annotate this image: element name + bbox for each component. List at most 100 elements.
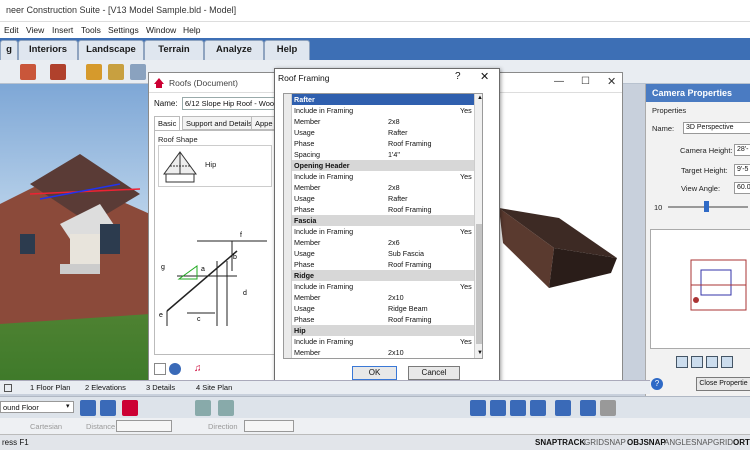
grid-toggle[interactable]: GRID xyxy=(713,438,733,447)
menu-edit[interactable]: Edit xyxy=(4,25,19,35)
roofs-tab-support[interactable]: Support and Details xyxy=(182,116,256,130)
zoom-window-tool-icon[interactable] xyxy=(510,400,526,416)
scroll-thumb[interactable] xyxy=(476,224,482,344)
menu-help[interactable]: Help xyxy=(183,25,200,35)
tab-terrain[interactable]: Terrain xyxy=(144,40,204,60)
roof-preview-3d[interactable] xyxy=(499,198,619,298)
menu-view[interactable]: View xyxy=(26,25,44,35)
slider-thumb[interactable] xyxy=(704,201,709,212)
camera-tool-icon[interactable] xyxy=(122,400,138,416)
target-height-field[interactable]: 9'-5 xyxy=(734,164,750,176)
zoom-in-icon[interactable] xyxy=(676,356,688,368)
house-tool-icon[interactable] xyxy=(195,400,211,416)
plan-preview[interactable] xyxy=(650,229,750,349)
framing-section-header[interactable]: Fascia xyxy=(284,215,474,226)
roofs-close-button[interactable]: ✕ xyxy=(607,75,616,88)
tab-analyze[interactable]: Analyze xyxy=(204,40,264,60)
framing-property-row[interactable]: Usage Rafter xyxy=(284,193,474,204)
framing-property-row[interactable]: Usage Ridge Beam xyxy=(284,303,474,314)
tab-help[interactable]: Help xyxy=(264,40,310,60)
menu-window[interactable]: Window xyxy=(146,25,176,35)
door-tool-icon[interactable] xyxy=(86,64,102,80)
menu-settings[interactable]: Settings xyxy=(108,25,139,35)
tab-landscape[interactable]: Landscape xyxy=(78,40,144,60)
zoom-out-tool-icon[interactable] xyxy=(490,400,506,416)
roof-shape-selector[interactable]: Hip xyxy=(158,145,272,187)
framing-property-row[interactable]: Member 2x6 xyxy=(284,237,474,248)
camera-height-field[interactable]: 28'- xyxy=(734,144,750,156)
framing-property-row[interactable]: Include in Framing Yes xyxy=(284,281,474,292)
help-button[interactable]: ? xyxy=(455,71,461,82)
layer-tool-icon[interactable] xyxy=(80,400,96,416)
framing-property-row[interactable]: Phase Roof Framing xyxy=(284,204,474,215)
close-properties-button[interactable]: Close Propertie xyxy=(696,377,750,391)
zoom-out-icon[interactable] xyxy=(691,356,703,368)
document-icon[interactable] xyxy=(154,363,166,375)
tab-details[interactable]: 3 Details xyxy=(146,383,175,392)
camera-name-field[interactable]: 3D Perspective xyxy=(683,122,750,134)
window-tool-icon[interactable] xyxy=(108,64,124,80)
roofs-minimize-button[interactable]: — xyxy=(554,76,564,87)
ortho-toggle[interactable]: ORT xyxy=(733,438,750,447)
framing-property-row[interactable]: Phase Roof Framing xyxy=(284,259,474,270)
menu-tools[interactable]: Tools xyxy=(81,25,101,35)
tab-floor-plan[interactable]: 1 Floor Plan xyxy=(30,383,70,392)
framing-property-row[interactable]: Phase Roof Framing xyxy=(284,138,474,149)
roofs-tab-basic[interactable]: Basic xyxy=(154,116,181,130)
framing-property-row[interactable]: Member 2x10 xyxy=(284,292,474,303)
chevron-down-icon[interactable]: ▾ xyxy=(66,402,70,410)
close-button[interactable]: ✕ xyxy=(480,70,489,83)
scroll-down-icon[interactable]: ▼ xyxy=(477,350,482,356)
grid-scrollbar[interactable]: ▲ ▼ xyxy=(474,94,482,358)
walk-icon[interactable] xyxy=(600,400,616,416)
zoom-fit-icon[interactable] xyxy=(721,356,733,368)
framing-section-header[interactable]: Hip xyxy=(284,325,474,336)
house-view-icon[interactable] xyxy=(218,400,234,416)
tab-partial[interactable]: g xyxy=(0,40,18,60)
framing-property-row[interactable]: Member 2x8 xyxy=(284,116,474,127)
zoom-in-tool-icon[interactable] xyxy=(470,400,486,416)
tab-elevations[interactable]: 2 Elevations xyxy=(85,383,126,392)
framing-property-row[interactable]: Include in Framing Yes xyxy=(284,336,474,347)
roofs-tab-appearance[interactable]: Appe xyxy=(251,116,277,130)
pan-icon[interactable] xyxy=(580,400,596,416)
objsnap-toggle[interactable]: OBJSNAP xyxy=(627,438,666,447)
scroll-up-icon[interactable]: ▲ xyxy=(477,95,482,101)
globe-icon[interactable] xyxy=(169,363,181,375)
ok-button[interactable]: OK xyxy=(352,366,397,380)
snaptrack-toggle[interactable]: SNAPTRACK xyxy=(535,438,585,447)
stairs-tool-icon[interactable] xyxy=(50,64,66,80)
framing-property-row[interactable]: Member 2x10 xyxy=(284,347,474,358)
roofs-maximize-button[interactable]: ☐ xyxy=(581,76,590,87)
anglesnap-toggle[interactable]: ANGLESNAP xyxy=(664,438,713,447)
direction-field[interactable] xyxy=(244,420,294,432)
framing-property-row[interactable]: Member 2x8 xyxy=(284,182,474,193)
roof-tool-icon[interactable] xyxy=(20,64,36,80)
grid-tool-icon[interactable] xyxy=(100,400,116,416)
framing-section-header[interactable]: Opening Header xyxy=(284,160,474,171)
music-note-icon[interactable]: ♫ xyxy=(194,363,202,374)
help-icon[interactable]: ? xyxy=(651,378,663,390)
framing-property-row[interactable]: Usage Rafter xyxy=(284,127,474,138)
gridsnap-toggle[interactable]: GRIDSNAP xyxy=(584,438,626,447)
framing-section-header[interactable]: Rafter xyxy=(284,94,474,105)
framing-property-row[interactable]: Spacing 1'4" xyxy=(284,149,474,160)
framing-section-header[interactable]: Ridge xyxy=(284,270,474,281)
cabinet-tool-icon[interactable] xyxy=(130,64,146,80)
framing-property-grid[interactable]: Rafter Include in Framing Yes Member 2x8 Usag… xyxy=(283,93,483,359)
tab-interiors[interactable]: Interiors xyxy=(18,40,78,60)
framing-property-row[interactable]: Include in Framing Yes xyxy=(284,105,474,116)
menu-insert[interactable]: Insert xyxy=(52,25,73,35)
tab-site-plan[interactable]: 4 Site Plan xyxy=(196,383,232,392)
floor-select[interactable]: ound Floor xyxy=(0,401,74,413)
3d-viewport[interactable] xyxy=(0,84,150,380)
framing-property-row[interactable]: Include in Framing Yes xyxy=(284,226,474,237)
zoom-window-icon[interactable] xyxy=(706,356,718,368)
cancel-button[interactable]: Cancel xyxy=(408,366,460,380)
framing-property-row[interactable]: Include in Framing Yes xyxy=(284,171,474,182)
search-icon[interactable] xyxy=(555,400,571,416)
framing-property-row[interactable]: Usage Sub Fascia xyxy=(284,248,474,259)
zoom-fit-tool-icon[interactable] xyxy=(530,400,546,416)
framing-property-row[interactable]: Phase Roof Framing xyxy=(284,314,474,325)
distance-field[interactable] xyxy=(116,420,172,432)
